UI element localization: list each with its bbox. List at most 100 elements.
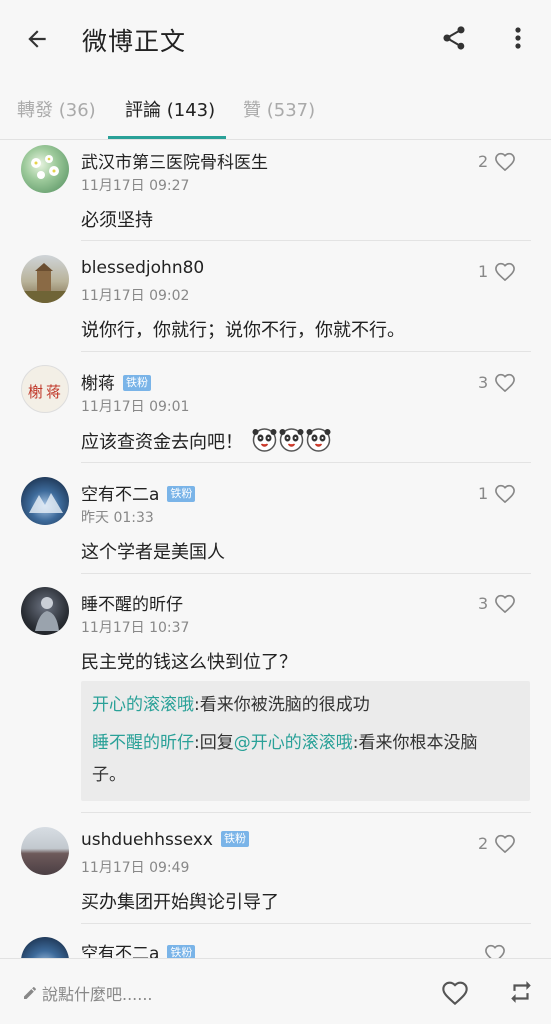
- tab-comments[interactable]: 評論 (143): [125, 96, 215, 140]
- heart-icon: [495, 834, 516, 853]
- comment-text: 民主党的钱这么快到位了？: [81, 652, 297, 673]
- fan-badge: 铁粉: [167, 486, 196, 502]
- like-button[interactable]: [478, 943, 506, 958]
- tab-indicator: [108, 136, 226, 139]
- compose-input[interactable]: 說點什麼吧......: [22, 981, 153, 1005]
- comment-time: 11月17日 09:01: [81, 399, 190, 415]
- divider: [81, 573, 531, 574]
- avatar[interactable]: 榭 蒋: [21, 365, 69, 413]
- page-title: 微博正文: [82, 27, 187, 56]
- avatar[interactable]: [21, 255, 69, 303]
- avatar[interactable]: [21, 827, 69, 875]
- panda-emoji-icon: [306, 428, 331, 452]
- comment-time: 11月17日 09:49: [81, 860, 190, 876]
- more-vertical-icon: [515, 27, 521, 49]
- comment-text-body: 应该查资金去向吧！: [81, 432, 243, 453]
- heart-icon: [495, 152, 516, 171]
- like-button[interactable]: 2: [478, 833, 516, 853]
- compose-placeholder: 說點什麼吧......: [42, 985, 153, 1004]
- username[interactable]: blessedjohn80: [81, 258, 204, 278]
- avatar-image: [35, 597, 59, 631]
- reply-prefix: 回复: [199, 733, 234, 753]
- username[interactable]: 空有不二a 铁粉: [81, 480, 196, 505]
- like-button[interactable]: 2: [478, 151, 516, 171]
- svg-text:榭: 榭: [28, 383, 43, 401]
- divider: [81, 923, 531, 924]
- comment-list[interactable]: 武汉市第三医院骨科医生 11月17日 09:27 必须坚持 2 blessedj…: [0, 140, 551, 958]
- tab-reposts[interactable]: 轉發 (36): [17, 96, 96, 140]
- divider: [81, 812, 531, 813]
- pencil-icon: [24, 987, 36, 999]
- comment-text: 说你行，你就行；说你不行，你就不行。: [81, 320, 405, 341]
- reply-line: 开心的滚滚哦:看来你被洗脑的很成功: [92, 689, 370, 721]
- reply-text: 看来你被洗脑的很成功: [199, 695, 370, 715]
- tab-likes[interactable]: 贊 (537): [243, 96, 315, 140]
- avatar[interactable]: [21, 477, 69, 525]
- divider: [81, 462, 531, 463]
- avatar[interactable]: [21, 587, 69, 635]
- svg-text:蒋: 蒋: [46, 383, 61, 401]
- reply-username[interactable]: 睡不醒的昕仔: [92, 733, 194, 753]
- username[interactable]: 睡不醒的昕仔: [81, 590, 183, 615]
- back-button[interactable]: [20, 22, 54, 56]
- username-text: 榭蒋: [81, 374, 115, 394]
- repost-icon: [511, 981, 531, 1003]
- share-button[interactable]: [436, 20, 472, 56]
- reply-text-continued: 子。: [92, 765, 126, 785]
- like-count: 3: [478, 372, 489, 392]
- comment-time: 11月17日 09:02: [81, 288, 190, 304]
- reply-line: 睡不醒的昕仔:回复@开心的滚滚哦:看来你根本没脑 子。: [92, 727, 522, 791]
- emoji-group: [251, 427, 332, 453]
- like-count: 2: [478, 151, 489, 171]
- username[interactable]: 空有不二a 铁粉: [81, 939, 196, 958]
- heart-icon: [495, 484, 516, 503]
- reply-username[interactable]: 开心的滚滚哦: [92, 695, 194, 715]
- divider: [81, 240, 531, 241]
- like-button[interactable]: 1: [478, 261, 516, 281]
- fan-badge: 铁粉: [123, 375, 151, 391]
- heart-icon: [495, 594, 516, 613]
- heart-icon: [495, 373, 516, 392]
- share-icon: [443, 26, 465, 50]
- top-bar: 微博正文: [0, 0, 551, 78]
- username[interactable]: 榭蒋 铁粉: [81, 369, 151, 394]
- comment-text: 这个学者是美国人: [81, 542, 225, 563]
- username[interactable]: 武汉市第三医院骨科医生: [81, 148, 268, 173]
- comment-text: 应该查资金去向吧！: [81, 427, 332, 454]
- bottom-bar: 說點什麼吧......: [0, 958, 551, 1024]
- username-text: 空有不二a: [81, 944, 160, 958]
- arrow-left-icon: [28, 30, 46, 48]
- reply-mention[interactable]: @开心的滚滚哦: [234, 733, 353, 753]
- avatar-image: [31, 155, 59, 179]
- divider: [81, 351, 531, 352]
- like-count: 1: [478, 261, 489, 281]
- comment-time: 11月17日 10:37: [81, 620, 190, 636]
- comment-text: 必须坚持: [81, 210, 153, 231]
- like-button[interactable]: 1: [478, 483, 516, 503]
- like-post-button[interactable]: [440, 977, 470, 1007]
- heart-icon: [442, 981, 468, 1005]
- panda-emoji-icon: [252, 428, 277, 452]
- reply-box[interactable]: 开心的滚滚哦:看来你被洗脑的很成功 睡不醒的昕仔:回复@开心的滚滚哦:看来你根本…: [81, 681, 530, 801]
- avatar[interactable]: [21, 145, 69, 193]
- reply-text: :看来你根本没脑: [352, 733, 478, 753]
- more-button[interactable]: [504, 20, 532, 56]
- repost-button[interactable]: [506, 977, 536, 1007]
- fan-badge: 铁粉: [220, 831, 249, 847]
- username-text: ushduehhssexx: [81, 830, 213, 850]
- like-button[interactable]: 3: [478, 372, 516, 392]
- heart-icon: [485, 944, 505, 958]
- fan-badge: 铁粉: [167, 945, 196, 958]
- panda-emoji-icon: [279, 428, 304, 452]
- username[interactable]: ushduehhssexx 铁粉: [81, 830, 249, 850]
- like-count: 1: [478, 483, 489, 503]
- like-count: 2: [478, 833, 489, 853]
- like-button[interactable]: 3: [478, 593, 516, 613]
- avatar[interactable]: [21, 937, 69, 958]
- avatar-image: [21, 263, 69, 303]
- seal-image: 榭 蒋: [28, 383, 61, 401]
- comment-time: 11月17日 09:27: [81, 178, 190, 194]
- username-text: 空有不二a: [81, 485, 160, 505]
- comment-time: 昨天 01:33: [81, 510, 154, 526]
- tab-bar: 轉發 (36) 評論 (143) 贊 (537): [0, 78, 551, 140]
